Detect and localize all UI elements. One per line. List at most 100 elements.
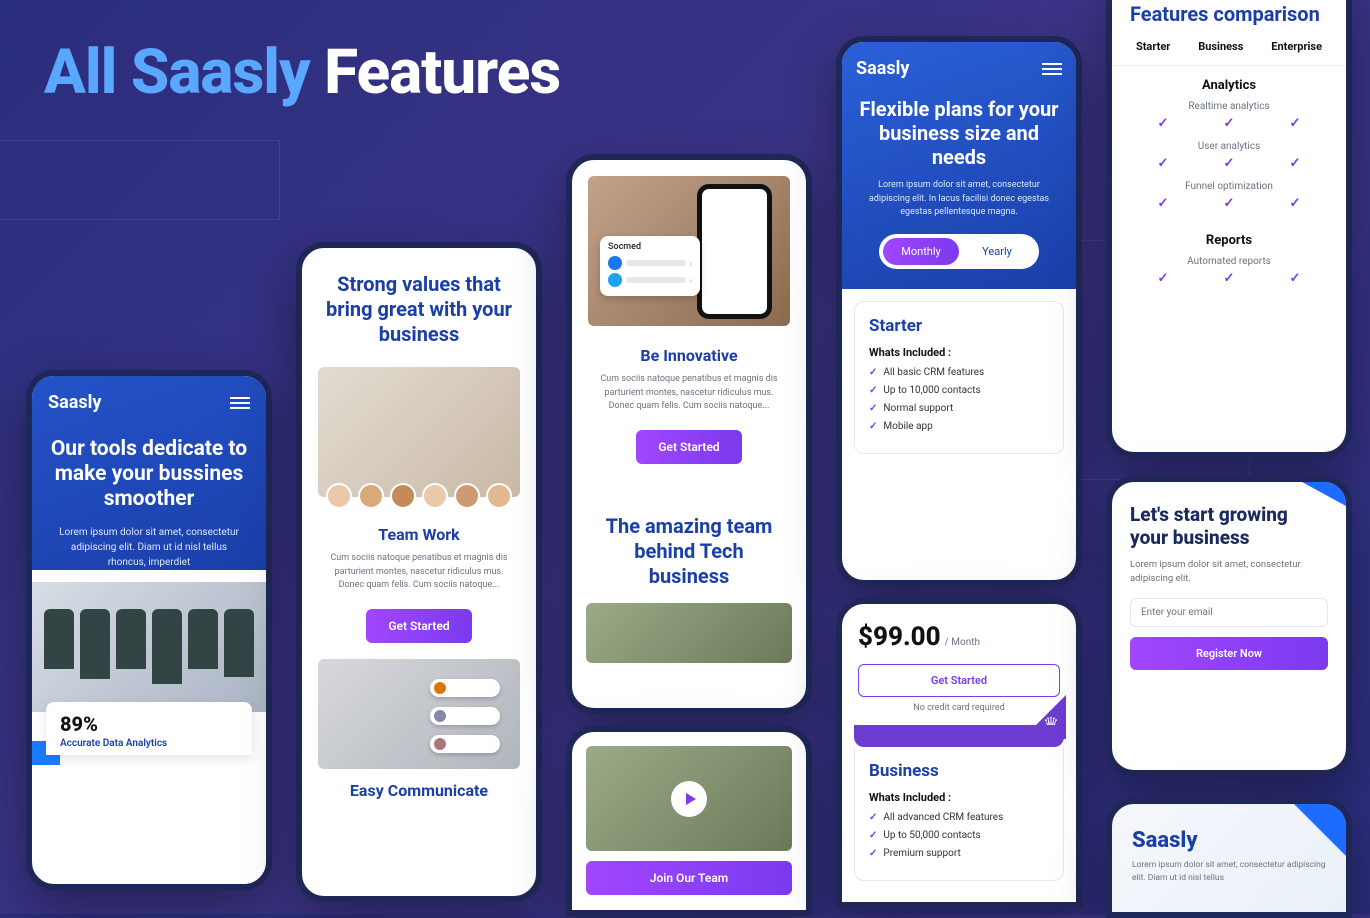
accent-triangle: [1302, 482, 1346, 506]
phone-pricing: Saasly Flexible plans for your business …: [836, 36, 1082, 586]
phone-cta: Let's start growing your business Lorem …: [1106, 476, 1352, 776]
toggle-yearly[interactable]: Yearly: [959, 238, 1035, 265]
innovative-image: Socmed › ›: [588, 176, 790, 326]
pricing-paragraph: Lorem ipsum dolor sit amet, consectetur …: [864, 179, 1054, 220]
billing-toggle: Monthly Yearly: [879, 234, 1039, 269]
price-period: / Month: [945, 637, 980, 648]
avatar-row: [302, 483, 536, 509]
tier-starter: Starter: [1136, 40, 1170, 53]
check-icon: ✓: [869, 848, 877, 859]
play-icon[interactable]: [671, 781, 707, 817]
whats-included-label: Whats Included :: [869, 791, 1049, 804]
plan-name: Starter: [869, 316, 1049, 336]
teamwork-title: Team Work: [302, 525, 536, 544]
cta-paragraph: Lorem ipsum dolor sit amet, consectetur …: [1130, 558, 1328, 587]
check-icon: ✓: [869, 812, 877, 823]
check-icon: ✓: [869, 385, 877, 396]
comparison-row: Realtime analytics ✓✓✓: [1112, 101, 1346, 141]
row-label: Funnel optimization: [1112, 181, 1346, 196]
phone-values: Strong values that bring great with your…: [296, 242, 542, 902]
plan-starter-card: Starter Whats Included : ✓All basic CRM …: [854, 301, 1064, 454]
plan-feature: ✓All advanced CRM features: [869, 812, 1049, 823]
menu-icon[interactable]: [230, 394, 250, 412]
team-image: [318, 367, 520, 497]
check-icon: ✓: [869, 830, 877, 841]
brand-logo[interactable]: Saasly: [48, 392, 101, 413]
decorative-line: [0, 140, 280, 220]
check-icon: ✓: [1290, 271, 1301, 286]
row-label: Automated reports: [1112, 256, 1346, 271]
socmed-card: Socmed › ›: [600, 236, 700, 296]
plan-feature: ✓Premium support: [869, 848, 1049, 859]
menu-icon[interactable]: [1042, 60, 1062, 78]
phone-pricing-business: $99.00 / Month Get Started No credit car…: [836, 598, 1082, 908]
tier-headers: Starter Business Enterprise: [1112, 40, 1346, 66]
cta-heading: Let's start growing your business: [1130, 504, 1328, 550]
check-icon: ✓: [869, 421, 877, 432]
phone-footer-brand: Saasly Lorem ipsum dolor sit amet, conse…: [1106, 798, 1352, 918]
plan-feature: ✓Mobile app: [869, 421, 1049, 432]
join-our-team-button[interactable]: Join Our Team: [586, 861, 792, 895]
get-started-button[interactable]: Get Started: [636, 430, 741, 464]
socmed-title: Socmed: [608, 242, 692, 252]
no-card-text: No credit card required: [842, 703, 1076, 713]
tier-business: Business: [1198, 40, 1243, 53]
email-input[interactable]: [1130, 598, 1328, 627]
team-group-photo: [586, 746, 792, 851]
phone-hero-tools: Saasly Our tools dedicate to make your b…: [26, 370, 272, 890]
page-title-white: Features: [324, 36, 560, 109]
check-icon: ✓: [1224, 271, 1235, 286]
section-analytics: Analytics: [1112, 66, 1346, 101]
check-icon: ✓: [1224, 196, 1235, 211]
register-now-button[interactable]: Register Now: [1130, 637, 1328, 670]
check-icon: ✓: [1290, 196, 1301, 211]
innovative-paragraph: Cum sociis natoque penatibus et magnis d…: [572, 365, 806, 422]
comparison-row: Automated reports ✓✓✓: [1112, 256, 1346, 296]
phone-join-team: Join Our Team: [566, 726, 812, 916]
check-icon: ✓: [1224, 116, 1235, 131]
tier-enterprise: Enterprise: [1271, 40, 1322, 53]
hero-team-image: [32, 582, 266, 712]
check-icon: ✓: [869, 367, 877, 378]
check-icon: ✓: [1158, 196, 1169, 211]
facebook-icon: [608, 256, 622, 270]
stat-card: 89% Accurate Data Analytics: [46, 702, 252, 755]
comparison-row: User analytics ✓✓✓: [1112, 141, 1346, 181]
price-value: $99.00: [858, 622, 941, 652]
hero-heading: Our tools dedicate to make your bussines…: [48, 437, 250, 513]
amazing-team-heading: The amazing team behind Tech business: [572, 480, 806, 599]
row-label: Realtime analytics: [1112, 101, 1346, 116]
values-heading: Strong values that bring great with your…: [302, 248, 536, 357]
footer-paragraph: Lorem ipsum dolor sit amet, consectetur …: [1112, 859, 1346, 885]
toggle-monthly[interactable]: Monthly: [883, 238, 959, 265]
section-reports: Reports: [1112, 221, 1346, 256]
check-icon: ✓: [1290, 116, 1301, 131]
pricing-heading: Flexible plans for your business size an…: [856, 97, 1062, 169]
check-icon: ✓: [869, 403, 877, 414]
teamwork-paragraph: Cum sociis natoque penatibus et magnis d…: [302, 544, 536, 601]
stat-number: 89%: [60, 712, 238, 736]
get-started-button[interactable]: Get Started: [366, 609, 471, 643]
brand-logo[interactable]: Saasly: [856, 58, 909, 79]
communicate-image: [318, 659, 520, 769]
row-label: User analytics: [1112, 141, 1346, 156]
phone-features-comparison: Features comparison Starter Business Ent…: [1106, 0, 1352, 458]
plan-feature: ✓Up to 50,000 contacts: [869, 830, 1049, 841]
get-started-button[interactable]: Get Started: [858, 664, 1060, 697]
check-icon: ✓: [1224, 156, 1235, 171]
plan-feature: ✓All basic CRM features: [869, 367, 1049, 378]
plan-feature: ✓Normal support: [869, 403, 1049, 414]
page-title: All Saasly Features: [44, 36, 560, 109]
plan-business-card: Business Whats Included : ✓All advanced …: [854, 747, 1064, 881]
team-photo-top: [586, 603, 792, 663]
innovative-title: Be Innovative: [572, 346, 806, 365]
comparison-row: Funnel optimization ✓ ✓ ✓: [1112, 181, 1346, 221]
communicate-title: Easy Communicate: [302, 781, 536, 800]
check-icon: ✓: [1158, 156, 1169, 171]
page-title-blue: All Saasly: [44, 36, 310, 109]
business-banner: [854, 725, 1064, 747]
hero-paragraph: Lorem ipsum dolor sit amet, consectetur …: [58, 525, 240, 570]
plan-feature: ✓Up to 10,000 contacts: [869, 385, 1049, 396]
twitter-icon: [608, 273, 622, 287]
phone-innovative: Socmed › › Be Innovative Cum sociis nato…: [566, 154, 812, 714]
